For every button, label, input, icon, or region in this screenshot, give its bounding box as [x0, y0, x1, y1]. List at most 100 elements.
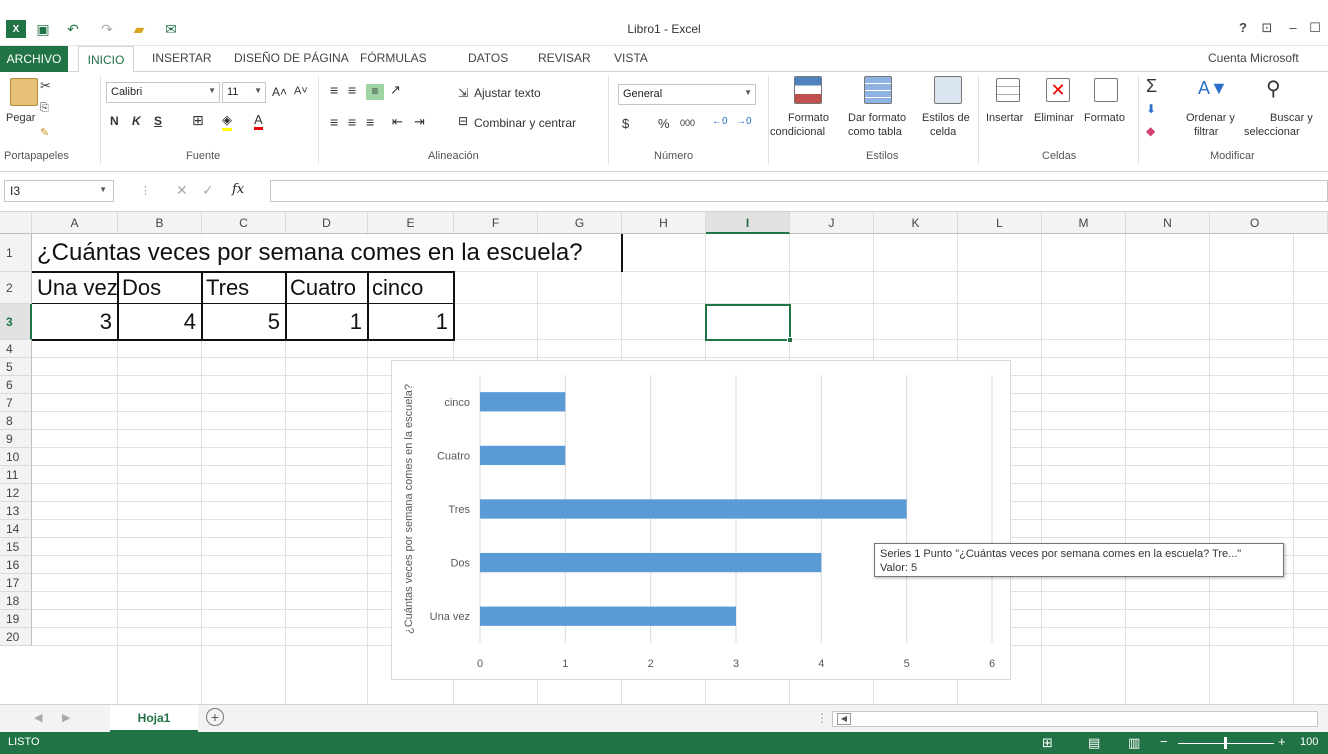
scroll-left-icon[interactable]: ◀ — [837, 713, 851, 725]
cell-b3[interactable]: 4 — [119, 304, 199, 339]
bold-button[interactable]: N — [110, 114, 119, 128]
paste-button[interactable]: Pegar — [6, 112, 35, 124]
sheet-tab-hoja1[interactable]: Hoja1 — [110, 705, 198, 732]
help-button[interactable]: ? — [1232, 20, 1254, 35]
autosum-icon[interactable]: Σ — [1146, 76, 1157, 97]
cut-icon[interactable]: ✂ — [40, 78, 51, 94]
column-header-b[interactable]: B — [118, 212, 202, 234]
tab-vista[interactable]: VISTA — [614, 51, 648, 65]
row-header-17[interactable]: 17 — [0, 574, 32, 592]
row-header-11[interactable]: 11 — [0, 466, 32, 484]
row-header-16[interactable]: 16 — [0, 556, 32, 574]
row-header-12[interactable]: 12 — [0, 484, 32, 502]
conditional-format-label-1[interactable]: Formato — [788, 112, 829, 124]
column-header-h[interactable]: H — [622, 212, 706, 234]
tab-formulas[interactable]: FÓRMULAS — [360, 51, 427, 65]
fill-color-icon[interactable]: ◈ — [222, 112, 232, 131]
percent-button[interactable]: % — [658, 116, 670, 131]
insert-function-button[interactable]: fx — [232, 182, 244, 197]
column-header-k[interactable]: K — [874, 212, 958, 234]
fill-icon[interactable]: ⬇ — [1146, 102, 1156, 116]
tab-diseno-de-pagina[interactable]: DISEÑO DE PÁGINA — [234, 51, 349, 65]
format-as-table-icon[interactable] — [864, 76, 892, 104]
bar-chart[interactable]: 0 1 2 3 4 5 6 Una vez Dos Tres Cuatro cinco ¿Cuántas… — [391, 360, 1011, 680]
cell-b2[interactable]: Dos — [119, 272, 201, 303]
open-folder-icon[interactable]: ▰ — [128, 18, 150, 40]
format-cells-icon[interactable] — [1094, 78, 1118, 102]
redo-icon[interactable]: ↷ — [96, 18, 118, 40]
selected-cell-i3[interactable] — [705, 304, 791, 341]
increase-indent-icon[interactable]: ⇥ — [414, 114, 425, 130]
format-painter-icon[interactable]: ✎ — [40, 126, 49, 139]
formula-input[interactable] — [270, 180, 1328, 202]
fill-handle[interactable] — [787, 337, 793, 343]
cell-d2[interactable]: Cuatro — [287, 272, 367, 303]
zoom-out-icon[interactable]: − — [1160, 734, 1168, 749]
wrap-text-button[interactable]: Ajustar texto — [474, 86, 541, 100]
zoom-level[interactable]: 100 — [1300, 736, 1318, 748]
row-header-20[interactable]: 20 — [0, 628, 32, 646]
row-header-9[interactable]: 9 — [0, 430, 32, 448]
delete-cells-icon[interactable]: ✕ — [1046, 78, 1070, 102]
column-header-d[interactable]: D — [286, 212, 368, 234]
increase-decimal-icon[interactable]: ←0 — [712, 116, 728, 127]
italic-button[interactable]: K — [132, 114, 141, 128]
cell-e2[interactable]: cinco — [369, 272, 453, 303]
maximize-button[interactable]: ☐ — [1304, 20, 1326, 36]
cell-e3[interactable]: 1 — [369, 304, 451, 339]
row-header-19[interactable]: 19 — [0, 610, 32, 628]
align-middle-icon[interactable]: ≡ — [348, 82, 356, 98]
clear-icon[interactable]: ◆ — [1146, 124, 1155, 138]
currency-button[interactable]: $ — [622, 116, 629, 131]
add-sheet-button[interactable]: + — [206, 708, 224, 726]
insert-cells-icon[interactable] — [996, 78, 1020, 102]
column-header-o[interactable]: O — [1210, 212, 1328, 234]
row-header-13[interactable]: 13 — [0, 502, 32, 520]
align-top-icon[interactable]: ≡ — [330, 82, 338, 98]
tab-insertar[interactable]: INSERTAR — [152, 51, 212, 65]
row-header-18[interactable]: 18 — [0, 592, 32, 610]
find-select-icon[interactable]: ⚲ — [1266, 76, 1281, 101]
quick-access-customize-icon[interactable]: ✉ — [160, 18, 182, 40]
thousands-button[interactable]: 000 — [680, 118, 695, 128]
row-header-10[interactable]: 10 — [0, 448, 32, 466]
decrease-indent-icon[interactable]: ⇤ — [392, 114, 403, 130]
font-name-select[interactable]: Calibri ▼ — [106, 82, 220, 103]
merge-center-button[interactable]: Combinar y centrar — [474, 116, 576, 130]
row-header-15[interactable]: 15 — [0, 538, 32, 556]
row-header-2[interactable]: 2 — [0, 272, 32, 304]
cell-a2[interactable]: Una vez — [33, 272, 118, 303]
column-header-e[interactable]: E — [368, 212, 454, 234]
zoom-in-icon[interactable]: + — [1278, 734, 1286, 749]
column-header-a[interactable]: A — [32, 212, 118, 234]
paste-icon[interactable] — [10, 78, 38, 106]
account-menu[interactable]: Cuenta Microsoft — [1208, 51, 1299, 65]
number-format-select[interactable]: General ▼ — [618, 84, 756, 105]
insert-cells-button[interactable]: Insertar — [986, 112, 1023, 124]
column-header-f[interactable]: F — [454, 212, 538, 234]
name-box[interactable]: I3 ▼ — [4, 180, 114, 202]
font-color-icon[interactable]: A — [254, 112, 263, 130]
align-bottom-icon[interactable]: ≡ — [366, 84, 384, 100]
conditional-format-icon[interactable] — [794, 76, 822, 104]
decrease-decimal-icon[interactable]: →0 — [736, 116, 752, 127]
scroll-left-icon[interactable]: ◀ — [34, 711, 42, 724]
page-break-view-icon[interactable]: ▥ — [1128, 735, 1140, 751]
undo-icon[interactable]: ↶ — [62, 18, 84, 40]
row-header-6[interactable]: 6 — [0, 376, 32, 394]
cell-c2[interactable]: Tres — [203, 272, 285, 303]
column-header-m[interactable]: M — [1042, 212, 1126, 234]
increase-font-icon[interactable]: A˄ — [272, 85, 287, 99]
row-header-3[interactable]: 3 — [0, 304, 32, 340]
row-header-5[interactable]: 5 — [0, 358, 32, 376]
save-icon[interactable]: ▣ — [32, 18, 54, 40]
cell-a1[interactable]: ¿Cuántas veces por semana comes en la es… — [33, 235, 621, 271]
row-header-14[interactable]: 14 — [0, 520, 32, 538]
decrease-font-icon[interactable]: A˅ — [294, 85, 308, 97]
column-header-g[interactable]: G — [538, 212, 622, 234]
borders-icon[interactable]: ⊞ — [192, 112, 204, 129]
align-right-icon[interactable]: ≡ — [366, 114, 374, 130]
horizontal-scrollbar[interactable]: ◀ — [832, 711, 1318, 727]
tab-inicio[interactable]: INICIO — [78, 46, 134, 73]
align-center-icon[interactable]: ≡ — [348, 114, 356, 130]
